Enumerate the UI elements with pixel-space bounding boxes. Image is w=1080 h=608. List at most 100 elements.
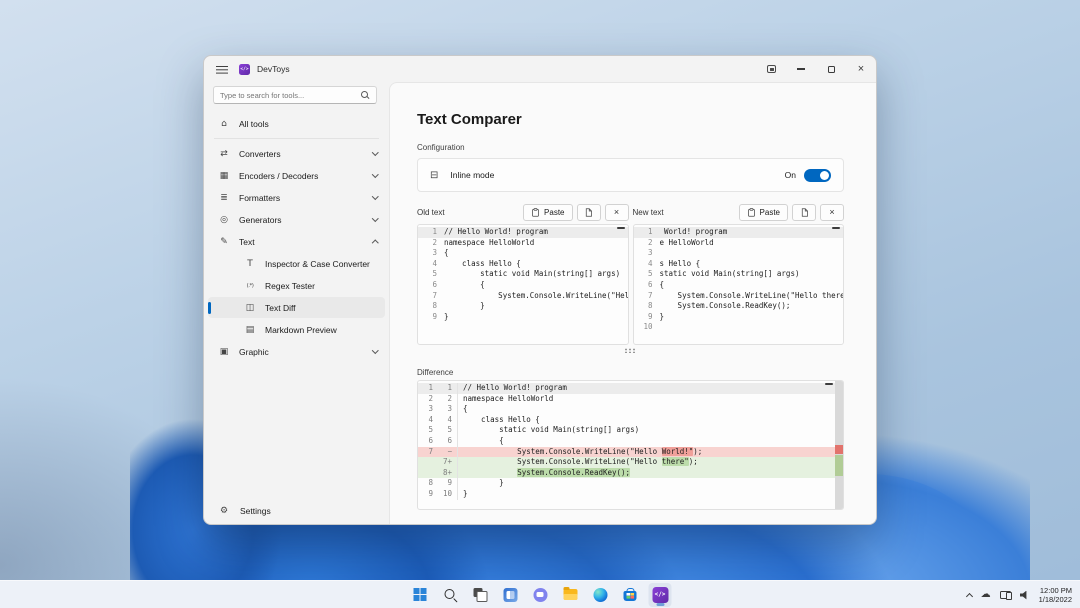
sidebar-item-label: Formatters	[239, 193, 373, 203]
sidebar-item-encoders-decoders[interactable]: ▦Encoders / Decoders	[208, 165, 385, 186]
old-clear-button[interactable]: ×	[605, 204, 629, 221]
search-icon[interactable]	[439, 583, 462, 607]
tray-overflow-chevron-icon[interactable]	[966, 592, 973, 599]
old-line-number: 4	[418, 415, 438, 426]
code-text: }	[444, 301, 485, 312]
diff-scrollbar-track[interactable]	[835, 381, 843, 509]
sidebar-item-regex-tester[interactable]: (.*)Regex Tester	[208, 275, 385, 296]
taskbar: </> ☁ 12:00 PM 1/18/2022	[0, 580, 1080, 608]
new-paste-button[interactable]: Paste	[739, 204, 788, 221]
onedrive-cloud-icon[interactable]: ☁	[981, 590, 991, 600]
line-number: 2	[418, 238, 444, 249]
diff-row-same: 11// Hello World! program	[418, 383, 843, 394]
inline-mode-label: Inline mode	[450, 170, 784, 180]
chat-icon[interactable]	[529, 583, 552, 607]
difference-label: Difference	[417, 368, 844, 377]
new-line-number: 2	[438, 394, 458, 405]
difference-view[interactable]: 11// Hello World! program22namespace Hel…	[417, 380, 844, 510]
editor-line: 2namespace HelloWorld	[418, 238, 628, 249]
sidebar-item-markdown-preview[interactable]: ▤Markdown Preview	[208, 319, 385, 340]
maximize-button[interactable]	[816, 56, 846, 82]
new-line-number: 8+	[438, 468, 458, 479]
start-icon[interactable]	[409, 583, 432, 607]
new-clear-button[interactable]: ×	[820, 204, 844, 221]
diff-row-same: 33{	[418, 404, 843, 415]
old-text-editor[interactable]: 1// Hello World! program2namespace Hello…	[417, 224, 629, 345]
new-line-number: 7+	[438, 457, 458, 468]
sidebar-item-text[interactable]: ✎Text	[208, 231, 385, 252]
compact-overlay-icon	[767, 65, 776, 73]
titlebar: </> DevToys ×	[204, 56, 876, 82]
system-tray: ☁ 12:00 PM 1/18/2022	[967, 581, 1072, 608]
chevron-down-icon	[372, 171, 378, 177]
scrollbar-thumb[interactable]	[825, 383, 833, 385]
sidebar-item-formatters[interactable]: ≣Formatters	[208, 187, 385, 208]
sidebar-nav: ⌂All tools ⇄Converters▦Encoders / Decoder…	[204, 110, 389, 498]
compact-overlay-button[interactable]	[756, 56, 786, 82]
editor-line: 2e HelloWorld	[634, 238, 844, 249]
scrollbar-thumb[interactable]	[832, 227, 840, 229]
edge-icon[interactable]	[589, 583, 612, 607]
paste-label: Paste	[760, 208, 780, 217]
sidebar-item-settings[interactable]: ⚙ Settings	[204, 498, 389, 524]
search-icon[interactable]	[361, 91, 370, 100]
main-content: Text Comparer Configuration ⊟ Inline mod…	[389, 82, 876, 524]
word-diff-highlight: System.Console.ReadKey();	[517, 468, 630, 477]
clock[interactable]: 12:00 PM 1/18/2022	[1039, 586, 1072, 604]
scrollbar-thumb[interactable]	[617, 227, 625, 229]
text-diff-icon: ◫	[244, 303, 256, 313]
devtoys-icon[interactable]: </>	[649, 583, 672, 607]
chevron-down-icon	[372, 149, 378, 155]
search-input[interactable]	[220, 91, 361, 100]
sidebar-item-converters[interactable]: ⇄Converters	[208, 143, 385, 164]
widgets-icon[interactable]	[499, 583, 522, 607]
editor-line: 5 static void Main(string[] args)	[418, 269, 628, 280]
inline-mode-card: ⊟ Inline mode On	[417, 158, 844, 192]
new-load-file-button[interactable]	[792, 204, 816, 221]
code-text: {	[444, 248, 449, 259]
old-line-number: 7	[418, 447, 438, 458]
chat-glyph	[533, 588, 547, 602]
old-load-file-button[interactable]	[577, 204, 601, 221]
sidebar-item-label: Text	[239, 237, 373, 247]
sidebar-item-all-tools[interactable]: ⌂All tools	[208, 113, 385, 134]
line-number: 3	[418, 248, 444, 259]
old-line-number	[418, 468, 438, 479]
code-text: class Hello {	[444, 259, 521, 270]
hamburger-menu-icon[interactable]	[216, 65, 228, 74]
diff-code-text: System.Console.WriteLine("Hello there");	[463, 457, 698, 468]
diff-code-text: {	[463, 436, 504, 447]
diff-row-added: 8+ System.Console.ReadKey();	[418, 468, 843, 479]
code-text: System.Console.WriteLine("Hello World!")…	[444, 291, 629, 302]
network-icon[interactable]	[1000, 591, 1011, 599]
clipboard-icon	[531, 208, 540, 217]
old-line-number: 6	[418, 436, 438, 447]
sidebar-item-text-diff[interactable]: ◫Text Diff	[208, 297, 385, 318]
store-icon[interactable]	[619, 583, 642, 607]
diff-code-text: }	[463, 489, 468, 500]
new-line-number: 4	[438, 415, 458, 426]
new-text-editor[interactable]: 1 World! program2e HelloWorld34s Hello {…	[633, 224, 845, 345]
window-title: DevToys	[257, 64, 290, 74]
sidebar-item-generators[interactable]: ◎Generators	[208, 209, 385, 230]
line-number: 5	[634, 269, 660, 280]
file-explorer-icon[interactable]	[559, 583, 582, 607]
volume-icon[interactable]	[1020, 591, 1030, 600]
editor-line: 7 System.Console.WriteLine("Hello World!…	[418, 291, 628, 302]
taskbar-icons: </>	[409, 583, 672, 607]
toggle-state-label: On	[785, 170, 796, 180]
panel-splitter-handle[interactable]	[624, 348, 637, 353]
close-button[interactable]: ×	[846, 56, 876, 82]
diff-code-text: class Hello {	[463, 415, 540, 426]
inline-mode-toggle[interactable]	[804, 169, 831, 182]
minimize-button[interactable]	[786, 56, 816, 82]
task-view-icon[interactable]	[469, 583, 492, 607]
search-box[interactable]	[213, 86, 377, 104]
encoders-decoders-icon: ▦	[218, 171, 230, 181]
old-paste-button[interactable]: Paste	[523, 204, 572, 221]
file-icon	[800, 208, 809, 217]
file-icon	[584, 208, 593, 217]
sidebar-item-inspector-case-converter[interactable]: TInspector & Case Converter	[208, 253, 385, 274]
line-number: 4	[418, 259, 444, 270]
sidebar-item-graphic[interactable]: ▣Graphic	[208, 341, 385, 362]
